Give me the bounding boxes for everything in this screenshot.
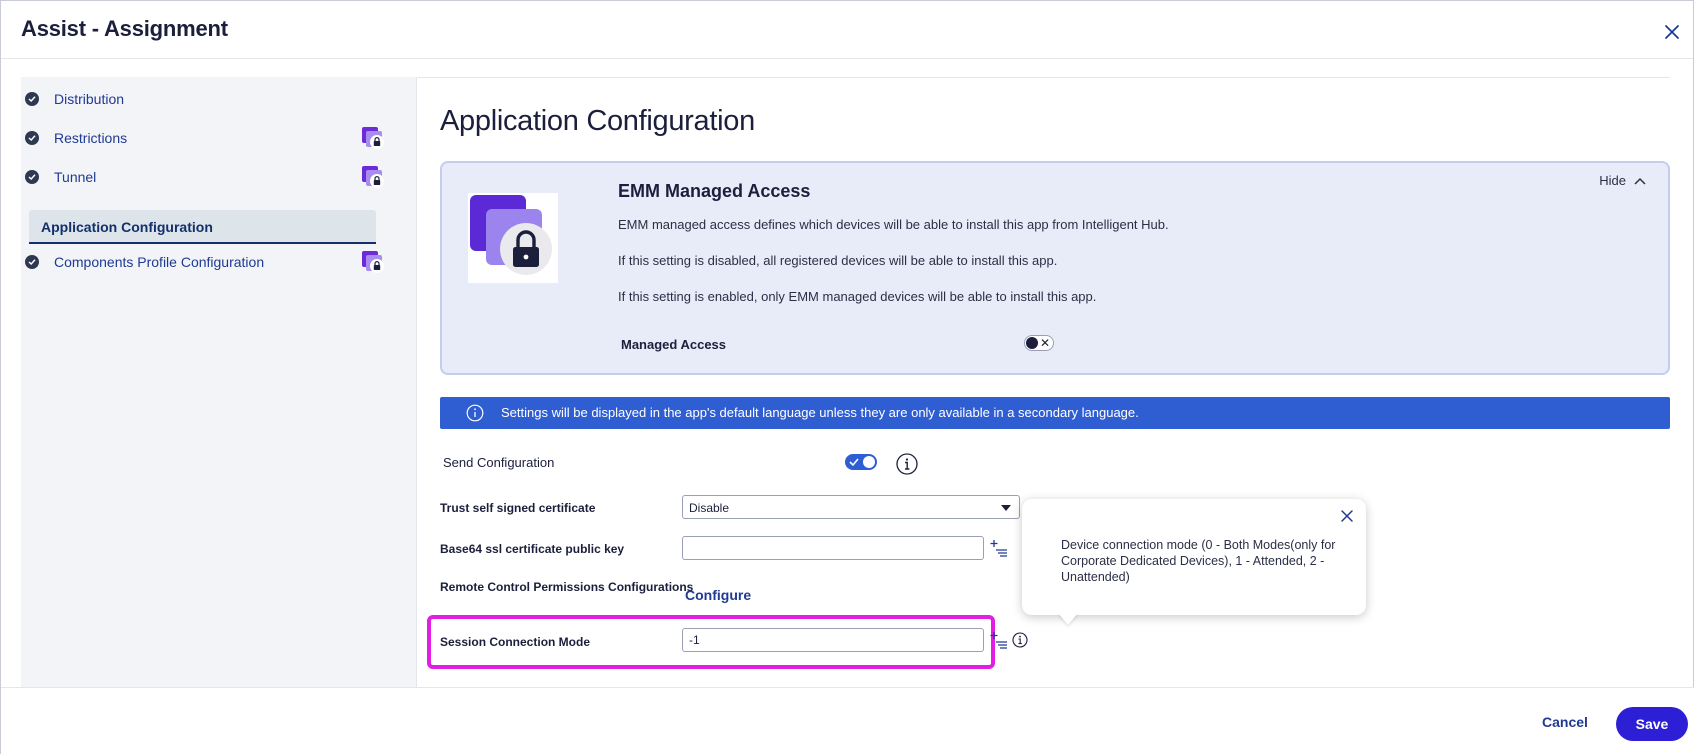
x-icon: ✕ [1039, 336, 1050, 350]
hide-label: Hide [1599, 173, 1626, 188]
hide-button[interactable]: Hide [1599, 173, 1646, 188]
managed-lock-icon [362, 251, 384, 273]
insert-lookup-icon[interactable] [990, 631, 1008, 649]
close-icon[interactable] [1340, 509, 1354, 523]
sidebar-item-label: Application Configuration [41, 219, 213, 235]
caret-down-icon [1001, 505, 1011, 511]
session-mode-input[interactable] [682, 628, 984, 652]
info-icon[interactable] [896, 453, 918, 475]
trust-cert-select[interactable]: Disable [682, 495, 1020, 519]
sidebar-nav: Distribution Restrictions Tunnel Applica… [21, 77, 417, 687]
configure-link[interactable]: Configure [685, 587, 751, 603]
close-icon[interactable] [1663, 23, 1681, 41]
check-circle-icon [25, 255, 39, 269]
cancel-button[interactable]: Cancel [1525, 710, 1605, 734]
trust-cert-label: Trust self signed certificate [440, 501, 596, 515]
select-value: Disable [689, 501, 730, 515]
toggle-knob [863, 456, 875, 468]
tooltip-arrow [1058, 613, 1078, 625]
save-button[interactable]: Save [1616, 707, 1688, 741]
assignment-modal: Assist - Assignment Distribution Restric… [0, 0, 1694, 754]
modal-title: Assist - Assignment [21, 16, 228, 41]
managed-lock-icon [362, 166, 384, 188]
sidebar-item-restrictions[interactable]: Restrictions [21, 120, 411, 156]
base64-key-label: Base64 ssl certificate public key [440, 542, 625, 556]
session-mode-label: Session Connection Mode [440, 635, 591, 649]
modal-footer: Cancel Save [1, 687, 1694, 754]
emm-description: EMM managed access defines which devices… [618, 217, 1169, 232]
emm-heading: EMM Managed Access [618, 181, 811, 201]
page-title: Application Configuration [440, 105, 755, 137]
remote-control-label: Remote Control Permissions Configuration… [440, 580, 694, 594]
info-banner-text: Settings will be displayed in the app's … [501, 405, 1139, 420]
managed-lock-icon [362, 127, 384, 149]
check-icon [849, 458, 859, 467]
main-content: Application Configuration EMM Managed Ac… [418, 77, 1670, 687]
sidebar-item-label: Restrictions [54, 130, 128, 146]
managed-app-lock-icon [468, 193, 558, 283]
managed-access-toggle[interactable]: ✕ [1024, 335, 1054, 351]
check-circle-icon [25, 131, 39, 145]
base64-key-input[interactable] [682, 536, 984, 560]
sidebar-item-label: Components Profile Configuration [54, 254, 265, 270]
send-configuration-toggle[interactable] [845, 454, 877, 470]
insert-lookup-icon[interactable] [990, 539, 1008, 557]
emm-description: If this setting is disabled, all registe… [618, 253, 1058, 268]
sidebar-item-tunnel[interactable]: Tunnel [21, 159, 411, 195]
sidebar-item-label: Tunnel [54, 169, 97, 185]
modal-header: Assist - Assignment [1, 1, 1693, 59]
emm-managed-access-card: EMM Managed Access EMM managed access de… [440, 161, 1670, 375]
send-configuration-label: Send Configuration [443, 455, 555, 470]
info-icon[interactable] [1012, 632, 1028, 648]
check-circle-icon [25, 170, 39, 184]
sidebar-item-application-configuration[interactable]: Application Configuration [29, 210, 376, 244]
sidebar-item-label: Distribution [54, 91, 125, 107]
sidebar-item-distribution[interactable]: Distribution [21, 81, 411, 117]
managed-access-label: Managed Access [621, 337, 727, 352]
info-tooltip: Device connection mode (0 - Both Modes(o… [1022, 499, 1366, 625]
check-circle-icon [25, 92, 39, 106]
sidebar-item-components-profile[interactable]: Components Profile Configuration [21, 244, 411, 280]
info-icon [466, 404, 484, 422]
chevron-up-icon [1634, 177, 1646, 185]
emm-description: If this setting is enabled, only EMM man… [618, 289, 1097, 304]
toggle-knob [1026, 337, 1038, 349]
info-banner: Settings will be displayed in the app's … [440, 397, 1670, 429]
divider [418, 77, 1670, 78]
tooltip-text: Device connection mode (0 - Both Modes(o… [1061, 538, 1336, 584]
